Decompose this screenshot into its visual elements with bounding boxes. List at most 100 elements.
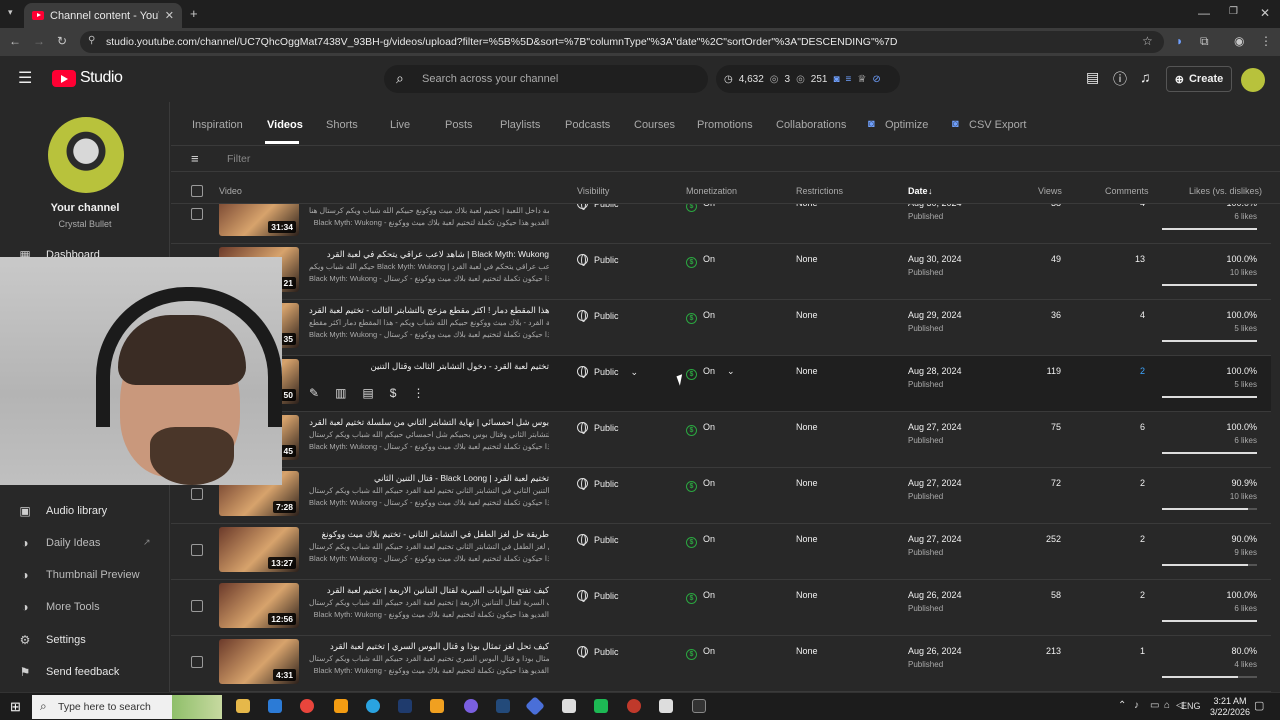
column-date[interactable]: Date xyxy=(908,186,928,196)
video-thumbnail[interactable]: 31:34 xyxy=(219,204,299,236)
window-close-icon[interactable]: ✕ xyxy=(1260,6,1270,20)
video-title[interactable]: شاهد لاعب عراقي يتحكم في لعبة القرد | Bl… xyxy=(309,249,549,260)
tab-shorts[interactable]: Shorts xyxy=(326,119,358,131)
sidebar-item-daily-ideas[interactable]: ◑ Daily Ideas ↗ xyxy=(0,528,170,558)
row-checkbox[interactable] xyxy=(191,488,203,500)
visibility-cell[interactable]: Public xyxy=(577,646,619,658)
column-visibility[interactable]: Visibility xyxy=(577,186,609,196)
url-field[interactable]: ⚲ studio.youtube.com/channel/UC7QhcOggMa… xyxy=(80,31,1164,53)
visibility-cell[interactable]: Public xyxy=(577,422,619,434)
notifications-bell-icon[interactable]: ♫ xyxy=(1140,69,1151,85)
tab-promotions[interactable]: Promotions xyxy=(697,119,753,131)
table-row[interactable]: 13:27 طريقة حل لغز الطفل في التشابتر الث… xyxy=(171,524,1271,580)
chevron-down-icon[interactable]: ⌄ xyxy=(631,367,639,377)
filter-bar[interactable]: ≡ Filter xyxy=(171,146,1280,172)
tab-podcasts[interactable]: Podcasts xyxy=(565,119,610,131)
sidebar-item-settings[interactable]: ⚙ Settings xyxy=(0,625,170,655)
column-monetization[interactable]: Monetization xyxy=(686,186,737,196)
table-row[interactable]: 21 شاهد لاعب عراقي يتحكم في لعبة القرد |… xyxy=(171,244,1271,300)
app-icon[interactable] xyxy=(562,699,576,713)
create-button[interactable]: ⊕ Create xyxy=(1166,66,1232,92)
account-avatar[interactable] xyxy=(1241,68,1265,92)
sidebar-item-audio-library[interactable]: ▣ Audio library xyxy=(0,496,170,526)
column-restrictions[interactable]: Restrictions xyxy=(796,186,843,196)
sort-down-icon[interactable]: ↓ xyxy=(928,186,933,196)
row-checkbox[interactable] xyxy=(191,208,203,220)
table-row[interactable]: 12:56 كيف تفتح البوابات السرية لقتال الت… xyxy=(171,580,1271,636)
filter-icon[interactable]: ≡ xyxy=(191,151,199,166)
monetization-cell[interactable]: $ On xyxy=(686,478,715,492)
monetization-cell[interactable]: $ On xyxy=(686,646,715,660)
windows-start-icon[interactable]: ⊞ xyxy=(10,699,21,715)
site-info-icon[interactable]: ⚲ xyxy=(88,35,95,46)
browser-menu-icon[interactable]: ⋮ xyxy=(1260,34,1272,48)
visibility-cell[interactable]: Public ⌄ xyxy=(577,366,638,378)
sidebar-item-more-tools[interactable]: ◑ More Tools xyxy=(0,592,170,622)
app-window-icon[interactable] xyxy=(659,699,673,713)
column-comments[interactable]: Comments xyxy=(1105,186,1149,196)
trophy-icon[interactable]: ♕ xyxy=(857,74,866,85)
table-row[interactable]: 45 بوس شل احمسائي | نهاية التشابتر الثان… xyxy=(171,412,1271,468)
row-checkbox[interactable] xyxy=(191,544,203,556)
microphone-icon[interactable]: ♪ xyxy=(1134,700,1139,711)
video-title[interactable]: قتال التنين الثاني - Black Loong | تختيم… xyxy=(309,473,549,484)
tab-optimize[interactable]: Optimize xyxy=(885,119,928,131)
sidebar-item-thumbnail-preview[interactable]: ◑ Thumbnail Preview xyxy=(0,560,170,590)
feedback-icon[interactable]: ▤ xyxy=(1086,69,1099,86)
column-likes[interactable]: Likes (vs. dislikes) xyxy=(1189,186,1262,196)
visibility-cell[interactable]: Public xyxy=(577,310,619,322)
language-indicator[interactable]: ENG xyxy=(1181,701,1201,711)
video-title[interactable]: هذا المقطع دمار ! اكثر مقطع مزعج بالتشاب… xyxy=(309,305,549,316)
monetization-cell[interactable]: $ On xyxy=(686,534,715,548)
new-tab-icon[interactable]: + xyxy=(190,6,198,21)
video-title[interactable]: كيف تحل لغز تمثال بوذا و قتال البوس السر… xyxy=(309,641,549,652)
battery-icon[interactable]: ▭ xyxy=(1150,700,1159,711)
comments-value[interactable]: 2 xyxy=(1085,366,1145,376)
tab-playlists[interactable]: Playlists xyxy=(500,119,540,131)
app-diamond-icon[interactable] xyxy=(525,696,545,716)
channel-avatar[interactable] xyxy=(48,117,124,193)
select-all-checkbox[interactable] xyxy=(191,185,203,197)
network-icon[interactable]: ⌂ xyxy=(1164,700,1170,711)
table-row[interactable]: 7:28 قتال التنين الثاني - Black Loong | … xyxy=(171,468,1271,524)
video-title[interactable]: كيف تفتح البوابات السرية لقتال التنانين … xyxy=(309,585,549,596)
chrome-icon[interactable] xyxy=(300,699,314,713)
list-icon[interactable]: ≡ xyxy=(846,74,852,85)
video-thumbnail[interactable]: 13:27 xyxy=(219,527,299,572)
tab-videos[interactable]: Videos xyxy=(267,119,303,131)
visibility-cell[interactable]: Public xyxy=(577,590,619,602)
video-thumbnail[interactable]: 4:31 xyxy=(219,639,299,684)
monetization-cell[interactable]: $ On ⌄ xyxy=(686,366,735,380)
video-title[interactable]: طريقة حل لغز الطفل في التشابتر الثاني - … xyxy=(309,529,549,540)
telegram-icon[interactable] xyxy=(366,699,380,713)
restore-icon[interactable]: ❐ xyxy=(1229,6,1238,17)
minimize-icon[interactable]: — xyxy=(1198,6,1210,20)
discord-icon[interactable] xyxy=(464,699,478,713)
monetization-cell[interactable]: $ On xyxy=(686,204,715,212)
tray-chevron-icon[interactable]: ⌃ xyxy=(1118,700,1126,711)
table-row[interactable]: 4:31 كيف تحل لغز تمثال بوذا و قتال البوس… xyxy=(171,636,1271,692)
column-views[interactable]: Views xyxy=(1038,186,1062,196)
tab-live[interactable]: Live xyxy=(390,119,410,131)
monetization-cell[interactable]: $ On xyxy=(686,254,715,268)
youtube-logo-icon[interactable] xyxy=(52,70,76,87)
forward-icon[interactable]: → xyxy=(33,34,45,48)
chevron-down-icon[interactable]: ⌄ xyxy=(727,366,735,376)
reload-icon[interactable]: ↻ xyxy=(57,34,67,48)
sidebar-item-send-feedback[interactable]: ⚑ Send feedback xyxy=(0,657,170,687)
taskbar-clock[interactable]: 3:21 AM 3/22/2026 xyxy=(1210,696,1250,718)
close-tab-icon[interactable]: ✕ xyxy=(165,9,174,22)
notification-center-icon[interactable]: ▢ xyxy=(1254,699,1264,712)
steam-icon[interactable] xyxy=(496,699,510,713)
extension-icon[interactable]: ◗ xyxy=(1176,34,1183,48)
search-input[interactable]: ⌕ Search across your channel xyxy=(384,65,708,93)
channel-stats-bar[interactable]: ◷ 4,632 ◎ 3 ◎ 251 ◙ ≡ ♕ ⊘ xyxy=(716,65,900,93)
monetization-cell[interactable]: $ On xyxy=(686,310,715,324)
visibility-cell[interactable]: Public xyxy=(577,534,619,546)
vlc-icon[interactable] xyxy=(334,699,348,713)
comments-icon[interactable]: ▤ xyxy=(362,386,373,400)
analytics-icon[interactable]: ▥ xyxy=(335,386,346,400)
edit-pencil-icon[interactable]: ✎ xyxy=(309,386,319,400)
browser-tab[interactable]: Channel content - YouTube Stu ✕ xyxy=(24,3,182,28)
tab-csv-export[interactable]: CSV Export xyxy=(969,119,1026,131)
